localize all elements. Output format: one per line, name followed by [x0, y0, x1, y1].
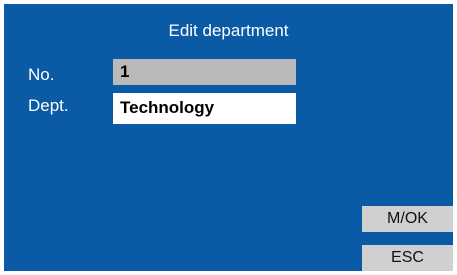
dept-name-input[interactable]: Technology	[113, 93, 296, 124]
ok-button[interactable]: M/OK	[362, 206, 453, 232]
device-screen: Edit department No. 1 Dept. Technology M…	[4, 4, 453, 271]
no-field: 1	[113, 59, 296, 85]
no-label: No.	[28, 65, 55, 84]
screen-title: Edit department	[168, 21, 289, 40]
esc-button[interactable]: ESC	[362, 245, 453, 271]
dept-label: Dept.	[28, 96, 69, 115]
